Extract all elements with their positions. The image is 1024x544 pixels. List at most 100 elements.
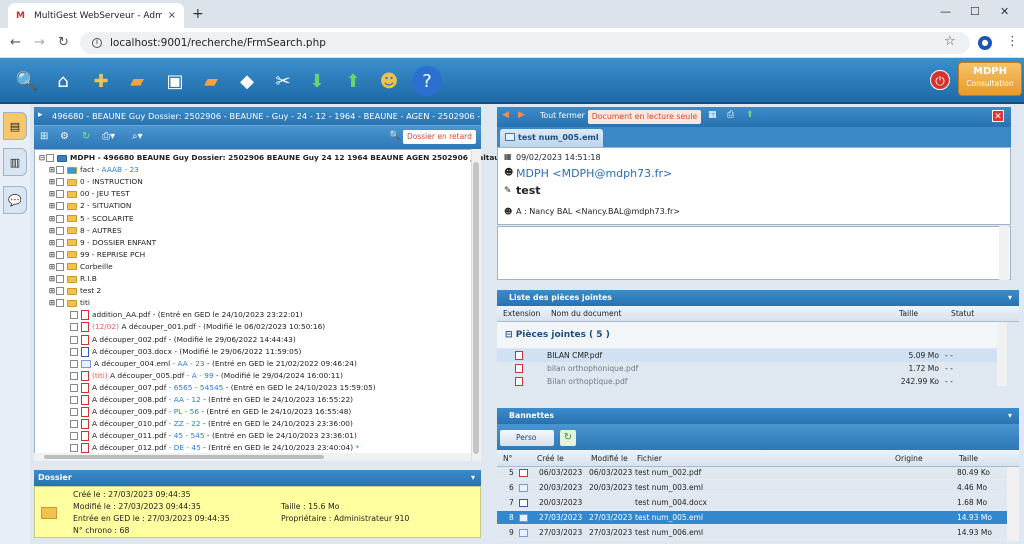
checkbox[interactable] [56,287,64,296]
checkbox[interactable] [56,250,64,259]
sidebar-tab-docs-icon[interactable]: ▥ [3,148,27,176]
profile-icon[interactable]: ● [978,36,992,50]
checkbox[interactable] [70,371,78,380]
tree-folder[interactable]: ⊞ 9 - DOSSIER ENFANT [48,237,156,249]
tree-document[interactable]: A découper_007.pdf - 6565 - 54545 - (Ent… [62,382,376,394]
expander-icon[interactable]: ⊞ [48,176,56,188]
group-collapse-icon[interactable]: ⊟ [505,330,516,340]
expander-icon[interactable]: ⊞ [48,213,56,225]
bookmark-star-icon[interactable]: ☆ [944,34,956,49]
checkbox[interactable] [70,383,78,392]
save-icon[interactable]: ▦ [708,110,717,120]
checkbox[interactable] [56,262,64,271]
attachment-row[interactable]: bilan orthophonique.pdf 1.72 Mo - - [497,362,997,375]
refresh-icon[interactable]: ↻ [82,131,90,142]
tree-document[interactable]: (12/02) A découper_001.pdf - (Modifié le… [62,321,325,333]
tree-folder[interactable]: ⊞ fact - AAAB - 23 [48,164,139,176]
expander-icon[interactable]: ⊞ [48,188,56,200]
checkbox[interactable] [56,299,64,308]
user-badge[interactable]: MDPH Consultation [958,62,1022,96]
perso-tab[interactable]: Perso (11) [500,430,554,458]
attachments-collapse-icon[interactable]: ▾ [1008,293,1012,302]
tree-document[interactable]: A découper_004.eml - AA - 23 - (Entré en… [62,358,357,370]
expander-icon[interactable]: ⊞ [48,237,56,249]
scanner-icon[interactable]: ◆ [232,66,262,96]
tree-folder[interactable]: ⊞ 99 - REPRISE PCH [48,249,145,261]
checkbox[interactable] [70,311,78,320]
tree-folder[interactable]: ⊞ R.I.B [48,273,97,285]
checkbox[interactable] [56,238,64,247]
tree-folder[interactable]: ⊞ 8 - AUTRES [48,225,122,237]
add-folder-icon[interactable]: ⊞ [40,131,48,142]
col-cree[interactable]: Créé le [537,450,564,467]
bannette-row[interactable]: 5 06/03/2023 06/03/2023 test num_002.pdf 80.… [497,466,1007,480]
checkbox[interactable] [70,347,78,356]
print-doc-icon[interactable]: ⎙ [727,110,734,120]
tree-folder[interactable]: ⊞ test 2 [48,285,101,297]
checkbox[interactable] [70,335,78,344]
checkbox[interactable] [70,432,78,441]
checkbox[interactable] [70,323,78,332]
prev-icon[interactable]: ◀ [502,110,509,120]
col-statut[interactable]: Statut [951,306,974,322]
maximize-icon[interactable]: ☐ [970,5,980,18]
tree-document[interactable]: A découper_011.pdf - 45 - 545 - (Entré e… [62,430,357,442]
collapse-icon[interactable]: ▸ [38,110,43,120]
checkbox[interactable] [70,444,78,453]
info-icon[interactable]: i [92,38,102,48]
tree-folder[interactable]: ⊞ Corbeille [48,261,113,273]
bannette-row[interactable]: 9 27/03/2023 27/03/2023 test num_006.eml 14.… [497,526,1007,540]
tools-icon[interactable]: ✂ [268,66,298,96]
col-fichier[interactable]: Fichier [637,450,662,467]
tree-document[interactable]: A découper_003.docx - (Modifié le 29/06/… [62,346,301,358]
expander-icon[interactable]: ⊞ [48,285,56,297]
upload-icon[interactable]: ⬆ [746,110,754,120]
checkbox[interactable] [70,408,78,417]
checkbox[interactable] [70,396,78,404]
browser-menu-icon[interactable]: ⋮ [1006,34,1019,49]
home-icon[interactable]: ⌂ [48,66,78,96]
col-num[interactable]: N° [503,450,512,467]
bannette-row[interactable]: 6 20/03/2023 20/03/2023 test num_003.eml 4.4… [497,481,1007,495]
zoom-icon[interactable]: ⌕▾ [132,131,143,142]
checkbox[interactable] [56,166,64,175]
tree-folder[interactable]: ⊞ 2 - SITUATION [48,200,131,212]
tree-folder[interactable]: ⊞ 0 - INSTRUCTION [48,176,143,188]
power-icon[interactable]: ⏻ [930,70,950,90]
help-icon[interactable]: ? [412,66,442,96]
window-close-icon[interactable]: ✕ [1000,5,1009,18]
new-tab-button[interactable]: + [192,6,204,22]
checkbox[interactable] [56,226,64,235]
checkbox[interactable] [56,178,64,187]
expander-icon[interactable]: ⊞ [48,273,56,285]
col-origine[interactable]: Origine [895,450,923,467]
attachments-group[interactable]: ⊟ Pièces jointes ( 5 ) [497,322,997,348]
url-field[interactable]: i localhost:9001/recherche/FrmSearch.php [80,32,970,54]
checkbox[interactable] [56,202,64,211]
bannettes-collapse-icon[interactable]: ▾ [1008,411,1012,420]
print-icon[interactable]: ⎙▾ [102,131,115,142]
import-icon[interactable]: ⬇ [302,66,332,96]
sidebar-tab-tree-icon[interactable]: ▤ [3,112,27,140]
tree-document[interactable]: A découper_010.pdf - ZZ - 22 - (Entré en… [62,418,353,430]
tree-document[interactable]: (titi) A découper_005.pdf - A - 99 - (Mo… [62,370,343,382]
tree-folder[interactable]: ⊞ titi [48,297,90,309]
bannette-row[interactable]: 8 27/03/2023 27/03/2023 test num_005.eml 14.… [497,511,1007,525]
attachments-scrollbar[interactable] [997,322,1007,386]
col-modifie[interactable]: Modifié le [591,450,628,467]
col-taille2[interactable]: Taille [959,450,978,467]
search-icon[interactable]: 🔍 [12,66,42,96]
dossier-collapse-icon[interactable]: ▾ [471,473,475,482]
tab-close-icon[interactable]: × [168,10,176,21]
checkbox[interactable] [70,359,78,368]
browser-tab[interactable]: M MultiGest WebServeur - Admin × [8,3,184,28]
tree-folder[interactable]: ⊞ 5 - SCOLARITE [48,213,134,225]
sidebar-tab-comments-icon[interactable]: 💬 [3,186,27,214]
expander-icon[interactable]: ⊟ [38,152,46,164]
tout-fermer-button[interactable]: Tout fermer [540,111,585,120]
preview-icon[interactable]: ▣ [160,66,190,96]
tree-hscroll-thumb[interactable] [44,455,324,459]
minimize-icon[interactable]: — [940,5,951,18]
checkbox[interactable] [56,190,64,199]
checkbox[interactable] [46,154,54,162]
